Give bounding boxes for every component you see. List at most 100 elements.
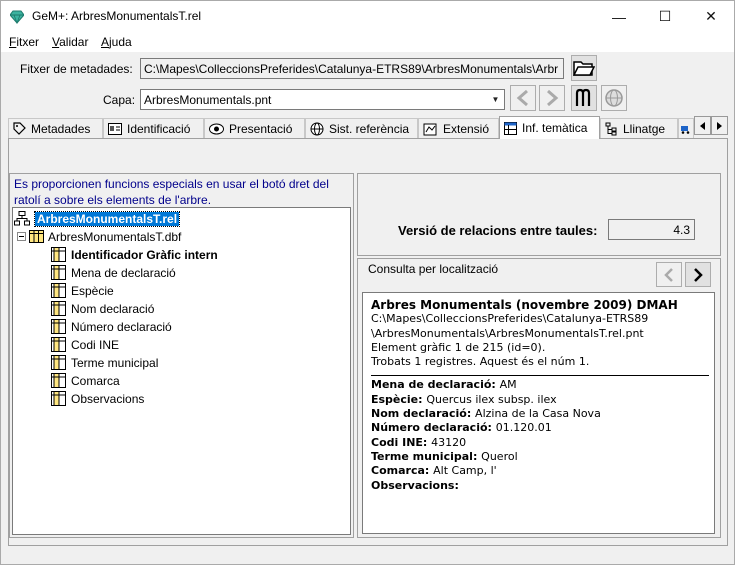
open-file-button[interactable] [571,55,597,81]
hierarchy-icon [14,211,30,226]
record-field-row: Comarca: Alt Camp, l' [371,464,706,478]
globe-button[interactable] [601,85,627,111]
metadata-file-label: Fitxer de metadades: [20,62,133,76]
record-field-key: Codi INE [371,435,423,449]
tree-field-label: Comarca [71,373,120,388]
tree-field-node[interactable]: Observacions [51,390,144,407]
tree-field-label: Terme municipal [71,355,159,370]
tree-field-label: Mena de declaració [71,265,176,280]
collapse-icon[interactable] [17,232,26,241]
tab-overflow-partial[interactable] [678,118,694,138]
record-field-key: Observacions [371,478,455,492]
record-field-row: Mena de declaració: AM [371,378,706,392]
tab-llinatge-label: Llinatge [623,121,666,136]
tree-field-label: Codi INE [71,337,120,352]
minimize-button[interactable]: — [596,1,642,32]
record-field-row: Número declaració: 01.120.01 [371,421,706,435]
tab-llinatge[interactable]: Llinatge [600,118,678,138]
tab-scroll-right-button[interactable] [711,116,728,135]
menu-fitxer[interactable]: Fitxer [9,35,39,49]
record-field-value: Alt Camp, l' [433,464,497,478]
tab-inf-tematica-label: Inf. temàtica [522,121,588,135]
field-column-icon [51,373,66,388]
tree-field-node[interactable]: Identificador Gràfic intern [51,246,218,263]
tree-field-label: Identificador Gràfic intern [71,247,218,262]
record-path-line: \ArbresMonumentals\ArbresMonumentalsT.re… [371,326,644,340]
tree-hint-text: Es proporcionen funcions especials en us… [14,177,329,207]
tab-sist-referencia-label: Sist. referència [329,121,410,136]
record-field-key: Nom declaració [371,407,467,421]
record-path-line: C:\Mapes\ColleccionsPreferides\Catalunya… [371,312,649,326]
record-field-colon: : [491,378,500,392]
tree-field-label: Nom declaració [71,301,155,316]
metadata-file-field[interactable]: C:\Mapes\ColleccionsPreferides\Catalunya… [140,58,564,79]
tab-sist-referencia[interactable]: Sist. referència [305,118,418,138]
tree-field-node[interactable]: Comarca [51,372,120,389]
menu-ajuda-label: juda [109,35,132,49]
field-column-icon [51,391,66,406]
tree-root-node[interactable]: ArbresMonumentalsT.rel [14,210,181,227]
tab-presentacio[interactable]: Presentació [204,118,305,138]
previous-layer-button[interactable] [510,85,536,111]
close-button[interactable]: ✕ [688,1,734,32]
layer-label: Capa: [103,93,136,107]
record-field-key: Mena de declaració [371,378,492,392]
tab-presentacio-label: Presentació [229,121,293,136]
tree-field-node[interactable]: Codi INE [51,336,119,353]
field-column-icon [51,247,66,262]
m-symbol-button[interactable] [571,85,597,111]
record-field-colon: : [454,478,459,492]
field-column-icon [51,301,66,316]
tree-field-node[interactable]: Terme municipal [51,354,158,371]
tree-panel: Es proporcionen funcions especials en us… [9,173,354,538]
table-icon [29,230,44,243]
location-query-label: Consulta per localització [368,262,499,276]
tree-field-label: Observacions [71,391,145,406]
record-field-value: Quercus ilex subsp. ilex [426,392,557,406]
back-arrow-icon [664,267,673,282]
title-bar[interactable]: GeM+: ArbresMonumentalsT.rel — ☐ ✕ [1,1,734,32]
record-field-colon: : [422,435,432,449]
tree-field-node[interactable]: Mena de declaració [51,264,176,281]
next-record-button[interactable] [685,262,711,287]
record-field-row: Terme municipal: Querol [371,450,706,464]
table-icon [504,121,517,135]
back-arrow-icon [516,89,528,107]
tree-field-node[interactable]: Nom declaració [51,300,154,317]
next-layer-button[interactable] [539,85,565,111]
tree-field-node[interactable]: Espècie [51,282,114,299]
tab-identificacio[interactable]: Identificació [103,118,204,138]
tab-metadades[interactable]: Metadades [8,118,103,138]
record-field-value: 43120 [431,435,467,449]
record-details[interactable]: Arbres Monumentals (novembre 2009) DMAH … [362,292,715,534]
structure-tree[interactable]: ArbresMonumentalsT.rel ArbresMonumentals… [12,207,351,535]
layer-select[interactable]: ArbresMonumentals.pnt ▼ [140,89,505,110]
record-field-value: Alzina de la Casa Nova [475,407,601,421]
record-field-key: Número declaració [371,421,488,435]
forward-arrow-icon [694,267,703,282]
tab-scroll-left-button[interactable] [694,116,711,135]
location-query-group: Consulta per localització Arbres Monumen… [357,258,721,538]
menu-validar[interactable]: Validar [52,35,88,49]
chevron-left-icon [699,121,705,130]
record-field-row: Nom declaració: Alzina de la Casa Nova [371,407,706,421]
tab-inf-tematica[interactable]: Inf. temàtica [499,116,600,139]
tab-extensio[interactable]: Extensió [418,118,499,138]
eye-icon [209,123,224,134]
record-field-colon: : [472,449,482,463]
record-field-value: AM [499,378,517,392]
tree-table-label: ArbresMonumentalsT.dbf [48,229,182,244]
forward-arrow-icon [547,89,559,107]
map-extent-icon [423,123,437,135]
record-separator [371,375,709,377]
version-value-field[interactable]: 4.3 [608,219,695,240]
tree-field-node[interactable]: Número declaració [51,318,172,335]
menu-ajuda[interactable]: Ajuda [101,35,132,49]
record-field-colon: : [424,464,434,478]
chevron-down-icon[interactable]: ▼ [488,91,503,108]
previous-record-button[interactable] [656,262,682,287]
maximize-button[interactable]: ☐ [642,1,688,32]
tree-table-node[interactable]: ArbresMonumentalsT.dbf [17,228,181,245]
record-field-value: 01.120.01 [495,421,552,435]
field-column-icon [51,265,66,280]
